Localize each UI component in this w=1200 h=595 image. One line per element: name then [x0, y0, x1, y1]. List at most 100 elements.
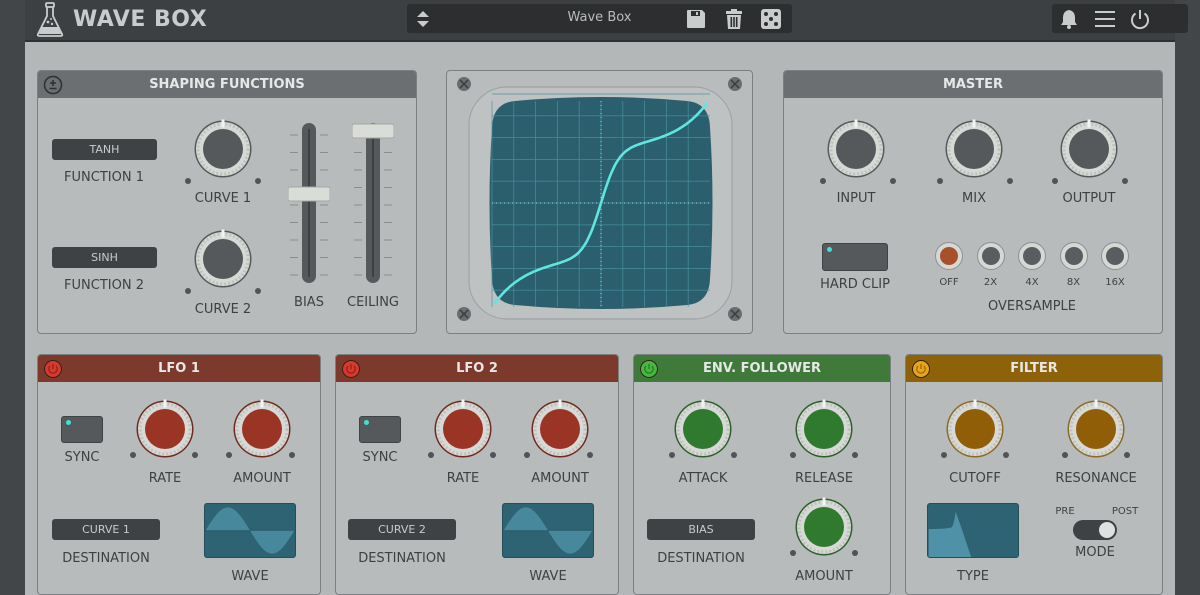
panel-title: SHAPING FUNCTIONS — [38, 71, 416, 98]
knob-min-dot — [790, 452, 796, 458]
oversample-option-off[interactable] — [935, 242, 963, 270]
knob-min-dot — [1062, 452, 1068, 458]
trash-icon[interactable] — [723, 8, 745, 30]
knob-min-dot — [790, 550, 796, 556]
oversample-option-16x[interactable] — [1101, 242, 1129, 270]
option-indicator — [981, 247, 1000, 265]
knob-max-dot — [587, 452, 593, 458]
shaping-functions-panel: SHAPING FUNCTIONS TANH FUNCTION 1 SINH F… — [37, 70, 417, 334]
sync-button[interactable] — [61, 416, 103, 443]
knob-max-dot — [731, 452, 737, 458]
amount-knob[interactable] — [793, 496, 855, 558]
knob-min-dot — [130, 452, 136, 458]
knob-min-dot — [941, 452, 947, 458]
knob-min-dot — [185, 288, 191, 294]
wave-shape-display[interactable] — [502, 503, 594, 558]
bell-icon[interactable] — [1058, 8, 1080, 30]
mode-label: MODE — [1075, 545, 1115, 560]
transfer-curve-display — [457, 77, 742, 321]
oversample-option-label: 4X — [1025, 277, 1039, 288]
scope-panel — [446, 70, 753, 334]
knob-max-dot — [255, 178, 261, 184]
power-icon[interactable] — [342, 360, 360, 378]
hard-clip-label: HARD CLIP — [820, 277, 890, 292]
destination-label: DESTINATION — [358, 551, 446, 566]
output-knob[interactable] — [1058, 118, 1120, 180]
option-indicator — [1064, 247, 1083, 265]
curve-2-knob[interactable] — [192, 228, 254, 290]
mix-knob[interactable] — [943, 118, 1005, 180]
knob-min-dot — [185, 178, 191, 184]
global-controls — [1052, 4, 1188, 33]
sync-button[interactable] — [359, 416, 401, 443]
attack-label: ATTACK — [678, 471, 728, 486]
knob-min-dot — [428, 452, 434, 458]
oversample-option-8x[interactable] — [1059, 242, 1088, 270]
ceiling-label: CEILING — [347, 295, 399, 310]
master-panel: MASTER INPUT MIX OUTPUT HARD CLIP OFF 2X 4… — [783, 70, 1163, 334]
top-bar: WAVE BOX Wave Box — [25, 0, 1188, 42]
knob-max-dot — [890, 178, 896, 184]
power-icon[interactable] — [1129, 8, 1151, 30]
cutoff-knob[interactable] — [944, 398, 1006, 460]
power-icon[interactable] — [640, 360, 658, 378]
oversample-option-4x[interactable] — [1018, 242, 1046, 270]
wave-shape-display[interactable] — [204, 503, 296, 558]
knob-max-dot — [852, 550, 858, 556]
plus-minus-icon[interactable] — [43, 75, 63, 95]
function-2-select[interactable]: SINH — [52, 247, 157, 268]
attack-knob[interactable] — [672, 398, 734, 460]
amount-knob[interactable] — [529, 398, 591, 460]
destination-select[interactable]: BIAS — [647, 519, 755, 540]
function-1-select[interactable]: TANH — [52, 139, 157, 160]
screw-icon — [728, 77, 742, 91]
function-1-label: FUNCTION 1 — [64, 170, 144, 185]
knob-max-dot — [1007, 178, 1013, 184]
panel-title: ENV. FOLLOWER — [634, 355, 890, 382]
knob-max-dot — [255, 288, 261, 294]
rate-knob[interactable] — [432, 398, 494, 460]
input-knob[interactable] — [825, 118, 887, 180]
toggle-thumb — [1099, 522, 1115, 538]
floppy-disk-icon[interactable] — [685, 8, 707, 30]
bias-fader[interactable] — [288, 117, 330, 289]
amount-label: AMOUNT — [531, 471, 589, 486]
filter-type-display[interactable] — [927, 503, 1019, 558]
preset-browser: Wave Box — [407, 4, 792, 33]
destination-select[interactable]: CURVE 1 — [52, 519, 160, 540]
amount-knob[interactable] — [231, 398, 293, 460]
panel-title: MASTER — [784, 71, 1162, 98]
oversample-option-2x[interactable] — [976, 242, 1005, 270]
oversample-option-label: OFF — [939, 277, 959, 288]
screw-icon — [457, 307, 471, 321]
oversample-label: OVERSAMPLE — [987, 299, 1077, 314]
power-icon[interactable] — [44, 360, 62, 378]
ceiling-fader[interactable] — [352, 117, 394, 289]
destination-select[interactable]: CURVE 2 — [348, 519, 456, 540]
sync-label: SYNC — [64, 450, 100, 465]
output-label: OUTPUT — [1062, 191, 1116, 206]
rate-knob[interactable] — [134, 398, 196, 460]
lfo-2-panel: LFO 2 SYNC RATE AMOUNT CURVE 2 DESTINATI… — [335, 354, 619, 595]
mode-toggle[interactable] — [1073, 520, 1117, 540]
flask-icon — [36, 2, 64, 37]
mode-pre-label: PRE — [1055, 506, 1075, 517]
hamburger-menu-icon[interactable] — [1094, 8, 1116, 30]
type-label: TYPE — [957, 569, 989, 584]
function-2-label: FUNCTION 2 — [64, 278, 144, 293]
release-knob[interactable] — [793, 398, 855, 460]
option-indicator — [940, 247, 958, 265]
curve-1-knob[interactable] — [192, 118, 254, 180]
fader-handle — [288, 186, 330, 202]
knob-min-dot — [937, 178, 943, 184]
power-icon[interactable] — [912, 360, 930, 378]
dice-icon[interactable] — [760, 8, 782, 30]
resonance-knob[interactable] — [1065, 398, 1127, 460]
sync-led — [364, 420, 369, 425]
bias-label: BIAS — [294, 295, 324, 310]
filter-panel: FILTER CUTOFF RESONANCE TYPE PRE POST MO… — [905, 354, 1163, 595]
hard-clip-button[interactable] — [822, 243, 888, 271]
fader-handle — [352, 123, 394, 139]
main-area: SHAPING FUNCTIONS TANH FUNCTION 1 SINH F… — [25, 42, 1175, 595]
oversample-option-label: 8X — [1066, 277, 1081, 288]
